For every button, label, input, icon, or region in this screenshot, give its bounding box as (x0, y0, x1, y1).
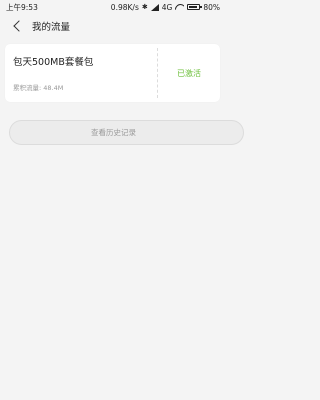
view-history-button[interactable]: 查看历史记录 (9, 120, 244, 145)
page-title: 我的流量 (32, 22, 71, 33)
view-history-label: 查看历史记录 (91, 128, 136, 137)
package-card[interactable]: 包天500MB套餐包 累积流量: 48.4M 已激活 (5, 44, 220, 102)
header: 我的流量 (0, 14, 225, 38)
package-info: 包天500MB套餐包 累积流量: 48.4M (5, 44, 157, 102)
signal-icon (150, 3, 159, 11)
battery-icon (187, 4, 202, 10)
back-icon (12, 20, 25, 32)
network-type: 4G (161, 2, 173, 12)
package-name: 包天500MB套餐包 (13, 57, 94, 68)
status-indicators: 0.98K/s ✱ 4G 80% (111, 3, 220, 12)
status-bar: 上午9:53 0.98K/s ✱ 4G 80% (0, 0, 225, 14)
package-status: 已激活 (177, 68, 201, 78)
wifi-icon (175, 4, 184, 11)
bluetooth-icon: ✱ (141, 3, 148, 11)
status-time: 上午9:53 (6, 2, 38, 12)
net-speed: 0.98K/s (110, 2, 139, 12)
package-status-area: 已激活 (158, 44, 220, 102)
battery-percent: 80% (203, 2, 220, 12)
back-button[interactable] (6, 14, 28, 38)
card-divider (157, 48, 158, 98)
package-usage: 累积流量: 48.4M (13, 84, 64, 92)
